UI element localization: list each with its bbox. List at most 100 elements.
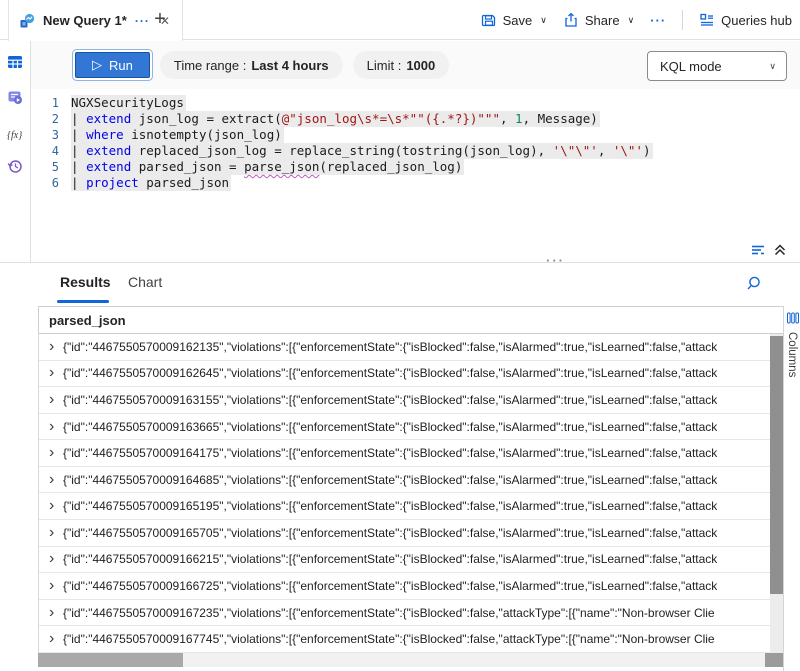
- row-json-cell: {"id":"4467550570009167235","violations"…: [63, 606, 715, 620]
- code-text: NGXSecurityLogs: [71, 95, 186, 111]
- code-line[interactable]: 4| extend replaced_json_log = replace_st…: [31, 143, 800, 159]
- tab-chart[interactable]: Chart: [128, 274, 162, 290]
- share-button[interactable]: Share ∨: [563, 12, 634, 28]
- expand-row-chevron-icon[interactable]: ›: [39, 573, 63, 599]
- share-chevron-icon: ∨: [628, 15, 635, 26]
- line-number: 1: [31, 95, 71, 111]
- code-text: | extend replaced_json_log = replace_str…: [71, 143, 653, 159]
- expand-row-chevron-icon[interactable]: ›: [39, 440, 63, 466]
- app-logo-icon: [19, 13, 35, 29]
- limit-value: 1000: [406, 58, 435, 73]
- kql-mode-value: KQL mode: [660, 59, 722, 74]
- format-lines-icon[interactable]: [750, 242, 766, 258]
- row-json-cell: {"id":"4467550570009164175","violations"…: [63, 446, 717, 460]
- column-header-label: parsed_json: [49, 313, 126, 328]
- limit-pill[interactable]: Limit : 1000: [353, 51, 450, 79]
- expand-row-chevron-icon[interactable]: ›: [39, 520, 63, 546]
- row-json-cell: {"id":"4467550570009162135","violations"…: [63, 340, 717, 354]
- time-range-pill[interactable]: Time range : Last 4 hours: [160, 51, 343, 79]
- kql-mode-select[interactable]: KQL mode ∨: [647, 51, 787, 81]
- editor-lines: 1NGXSecurityLogs2| extend json_log = ext…: [31, 95, 800, 191]
- table-row[interactable]: ›{"id":"4467550570009163155","violations…: [39, 387, 770, 414]
- save-chevron-icon: ∨: [540, 15, 547, 26]
- saved-scripts-icon[interactable]: [7, 89, 23, 105]
- functions-icon[interactable]: {fx}: [7, 125, 29, 141]
- query-history-icon[interactable]: [7, 158, 23, 174]
- code-text: | extend json_log = extract(@"json_log\s…: [71, 111, 600, 127]
- expand-row-chevron-icon[interactable]: ›: [39, 361, 63, 387]
- time-range-value: Last 4 hours: [251, 58, 328, 73]
- run-button[interactable]: ▷ Run: [75, 52, 150, 78]
- code-text: | where isnotempty(json_log): [71, 127, 284, 143]
- table-row[interactable]: ›{"id":"4467550570009162135","violations…: [39, 334, 770, 361]
- results-table-body: ›{"id":"4467550570009162135","violations…: [38, 334, 770, 653]
- table-row[interactable]: ›{"id":"4467550570009166725","violations…: [39, 573, 770, 600]
- query-editor[interactable]: 1NGXSecurityLogs2| extend json_log = ext…: [31, 95, 800, 240]
- line-number: 2: [31, 111, 71, 127]
- code-line[interactable]: 2| extend json_log = extract(@"json_log\…: [31, 111, 800, 127]
- query-panel: ▷ Run Time range : Last 4 hours Limit : …: [30, 41, 800, 262]
- table-row[interactable]: ›{"id":"4467550570009167745","violations…: [39, 626, 770, 653]
- expand-row-chevron-icon[interactable]: ›: [39, 547, 63, 573]
- row-json-cell: {"id":"4467550570009165705","violations"…: [63, 526, 717, 540]
- save-button[interactable]: Save ∨: [481, 12, 547, 28]
- table-row[interactable]: ›{"id":"4467550570009164685","violations…: [39, 467, 770, 494]
- vertical-scrollbar[interactable]: [770, 334, 783, 653]
- top-actions: Save ∨ Share ∨ ···: [481, 0, 792, 40]
- code-text: | extend parsed_json = parse_json(replac…: [71, 159, 464, 175]
- run-play-icon: ▷: [92, 57, 102, 73]
- line-number: 3: [31, 127, 71, 143]
- column-header-parsed-json[interactable]: parsed_json: [38, 306, 783, 334]
- queries-hub-label: Queries hub: [721, 13, 792, 28]
- new-tab-button[interactable]: +: [148, 8, 172, 32]
- code-line[interactable]: 5| extend parsed_json = parse_json(repla…: [31, 159, 800, 175]
- line-number: 6: [31, 175, 71, 191]
- actions-divider: [682, 10, 683, 30]
- query-toolbar: ▷ Run Time range : Last 4 hours Limit : …: [31, 41, 800, 89]
- queries-hub-button[interactable]: Queries hub: [699, 12, 792, 28]
- tab-results[interactable]: Results: [60, 274, 111, 290]
- code-line[interactable]: 6| project parsed_json: [31, 175, 800, 191]
- expand-row-chevron-icon[interactable]: ›: [39, 600, 63, 626]
- row-json-cell: {"id":"4467550570009165195","violations"…: [63, 499, 717, 513]
- expand-row-chevron-icon[interactable]: ›: [39, 387, 63, 413]
- code-line[interactable]: 1NGXSecurityLogs: [31, 95, 800, 111]
- expand-row-chevron-icon[interactable]: ›: [39, 414, 63, 440]
- columns-icon: [787, 312, 799, 324]
- line-number: 4: [31, 143, 71, 159]
- vertical-scrollbar-thumb[interactable]: [770, 336, 783, 594]
- search-icon[interactable]: [745, 275, 762, 292]
- table-row[interactable]: ›{"id":"4467550570009162645","violations…: [39, 361, 770, 388]
- columns-panel-label: Columns: [786, 332, 798, 377]
- queries-hub-icon: [699, 12, 715, 28]
- code-line[interactable]: 3| where isnotempty(json_log): [31, 127, 800, 143]
- horizontal-scrollbar[interactable]: [38, 653, 783, 667]
- expand-row-chevron-icon[interactable]: ›: [39, 626, 63, 652]
- scrollbar-corner: [765, 653, 783, 667]
- expand-row-chevron-icon[interactable]: ›: [39, 334, 63, 360]
- table-row[interactable]: ›{"id":"4467550570009163665","violations…: [39, 414, 770, 441]
- expand-row-chevron-icon[interactable]: ›: [39, 467, 63, 493]
- share-label: Share: [585, 13, 620, 28]
- table-row[interactable]: ›{"id":"4467550570009165195","violations…: [39, 493, 770, 520]
- row-json-cell: {"id":"4467550570009166725","violations"…: [63, 579, 717, 593]
- run-label: Run: [109, 58, 133, 73]
- row-json-cell: {"id":"4467550570009164685","violations"…: [63, 473, 717, 487]
- table-row[interactable]: ›{"id":"4467550570009166215","violations…: [39, 547, 770, 574]
- columns-side-panel[interactable]: Columns: [783, 306, 800, 671]
- editor-footer-actions: [750, 242, 788, 258]
- horizontal-scrollbar-thumb[interactable]: [38, 653, 183, 667]
- save-label: Save: [503, 13, 533, 28]
- table-row[interactable]: ›{"id":"4467550570009167235","violations…: [39, 600, 770, 627]
- table-row[interactable]: ›{"id":"4467550570009165705","violations…: [39, 520, 770, 547]
- table-row[interactable]: ›{"id":"4467550570009164175","violations…: [39, 440, 770, 467]
- results-tab-bar: Results Chart: [0, 263, 800, 306]
- more-actions-icon[interactable]: ···: [650, 13, 666, 28]
- expand-row-chevron-icon[interactable]: ›: [39, 493, 63, 519]
- limit-label: Limit :: [367, 58, 402, 73]
- table-connections-icon[interactable]: [7, 54, 23, 70]
- line-number: 5: [31, 159, 71, 175]
- functions-glyph: {fx}: [7, 130, 22, 141]
- tab-bar: New Query 1* ··· ✕ + Save ∨: [0, 0, 800, 40]
- collapse-panel-icon[interactable]: [772, 242, 788, 258]
